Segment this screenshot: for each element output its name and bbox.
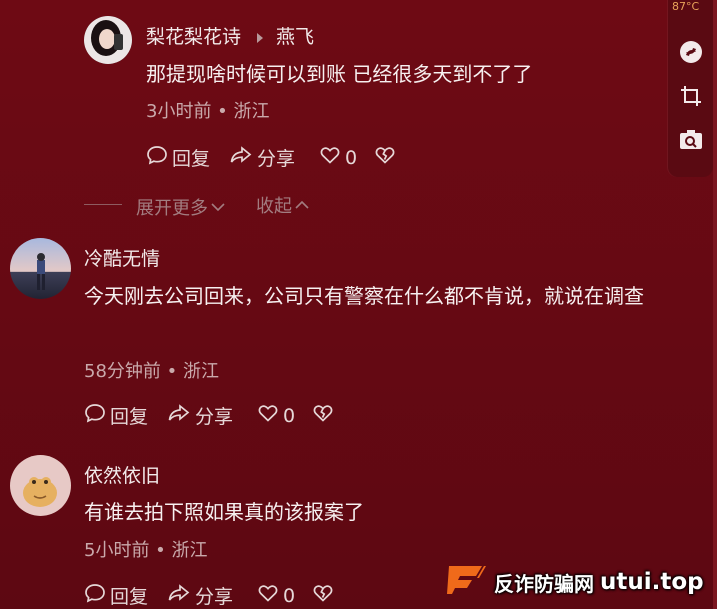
comment-author-avatar[interactable]	[10, 455, 71, 516]
comment-icon	[84, 582, 106, 609]
comment-dislike-button[interactable]	[312, 582, 334, 609]
temperature-readout: 87°C	[672, 0, 700, 13]
reply-arrow-icon	[255, 29, 265, 48]
like-count: 0	[345, 146, 358, 169]
comment-like-button[interactable]: 0	[257, 402, 295, 429]
reply-author-name[interactable]: 梨花梨花诗	[146, 22, 241, 49]
comment-icon	[84, 402, 106, 429]
image-search-icon[interactable]	[679, 129, 703, 155]
comment-reply-button[interactable]: 回复	[84, 582, 148, 609]
share-icon	[167, 582, 191, 609]
share-icon	[167, 402, 191, 429]
reply-text: 那提现啥时候可以到账 已经很多天到不了了	[146, 62, 533, 86]
reply-label: 回复	[110, 586, 149, 608]
heart-icon	[257, 582, 279, 609]
reply-label: 回复	[172, 148, 211, 170]
comment-reply-button[interactable]: 回复	[84, 402, 148, 429]
comment-meta: 58分钟前 • 浙江	[84, 361, 219, 382]
watermark-logo-icon	[446, 563, 488, 601]
watermark: 反诈防骗网 utui.top	[446, 563, 704, 601]
reply-author-avatar[interactable]	[84, 16, 132, 64]
reply-reply-button[interactable]: 回复	[146, 144, 210, 171]
comment-author-avatar[interactable]	[10, 238, 71, 299]
watermark-label: 反诈防骗网	[494, 571, 594, 596]
comment-share-button[interactable]: 分享	[167, 582, 233, 609]
comment-author-name[interactable]: 冷酷无情	[84, 244, 160, 271]
comment-text: 今天刚去公司回来，公司只有警察在什么都不肯说，就说在调查	[84, 284, 644, 308]
reply-label: 回复	[110, 406, 149, 428]
expand-label: 展开更多	[136, 198, 208, 219]
broken-heart-icon	[374, 144, 396, 171]
heart-icon	[257, 402, 279, 429]
share-label: 分享	[257, 148, 296, 170]
broken-heart-icon	[312, 402, 334, 429]
app-logo-icon[interactable]	[679, 40, 703, 68]
scrollbar[interactable]	[713, 0, 717, 609]
thread-divider	[84, 204, 122, 205]
chevron-down-icon	[210, 197, 226, 218]
collapse-button[interactable]: 收起	[256, 192, 310, 218]
reply-meta: 3小时前 • 浙江	[146, 101, 270, 122]
chevron-up-icon	[294, 195, 310, 216]
like-count: 0	[283, 584, 296, 607]
watermark-site: utui.top	[600, 569, 704, 595]
comment-meta: 5小时前 • 浙江	[84, 540, 208, 561]
comment-icon	[146, 144, 168, 171]
like-count: 0	[283, 404, 296, 427]
side-toolbar: 87°C	[668, 0, 713, 177]
collapse-label: 收起	[256, 196, 292, 217]
reply-share-button[interactable]: 分享	[229, 144, 295, 171]
share-icon	[229, 144, 253, 171]
comment-text: 有谁去拍下照如果真的该报案了	[84, 500, 364, 524]
heart-icon	[319, 144, 341, 171]
share-label: 分享	[195, 406, 234, 428]
comment-author-name[interactable]: 依然依旧	[84, 461, 160, 488]
crop-icon[interactable]	[679, 84, 703, 112]
comment-dislike-button[interactable]	[312, 402, 334, 429]
comment-like-button[interactable]: 0	[257, 582, 295, 609]
comment-share-button[interactable]: 分享	[167, 402, 233, 429]
reply-dislike-button[interactable]	[374, 144, 396, 171]
broken-heart-icon	[312, 582, 334, 609]
share-label: 分享	[195, 586, 234, 608]
reply-to-name[interactable]: 燕飞	[276, 22, 314, 49]
reply-like-button[interactable]: 0	[319, 144, 357, 171]
expand-more-button[interactable]: 展开更多	[136, 194, 226, 220]
